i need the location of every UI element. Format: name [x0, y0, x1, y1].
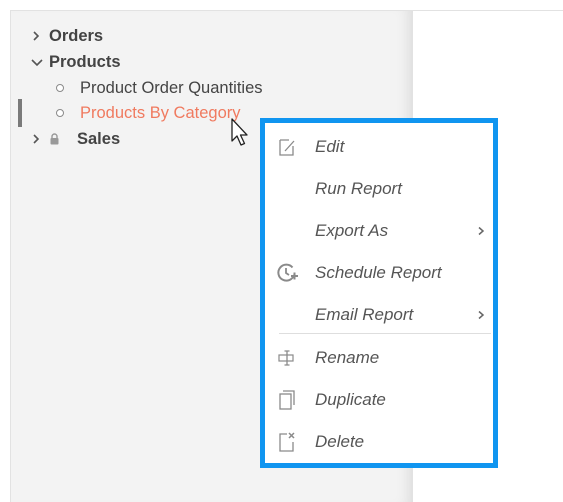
selection-indicator — [18, 99, 22, 127]
chevron-right-icon — [477, 226, 485, 236]
schedule-icon — [275, 261, 299, 285]
tree-folder-label: Sales — [77, 129, 121, 148]
menu-item-run-report[interactable]: Run Report — [265, 169, 493, 209]
tree-report-products-by-category[interactable]: Products By Category — [56, 101, 241, 125]
menu-item-label: Run Report — [315, 179, 402, 198]
menu-item-rename[interactable]: Rename — [265, 338, 493, 378]
menu-item-label: Export As — [315, 221, 389, 240]
tree-folder-orders[interactable]: Orders — [31, 24, 103, 48]
menu-item-label: Edit — [315, 137, 345, 156]
tree-folder-products[interactable]: Products — [31, 50, 121, 74]
menu-item-label: Rename — [315, 348, 380, 367]
menu-item-delete[interactable]: Delete — [265, 422, 493, 462]
mouse-cursor-icon — [231, 118, 251, 153]
tree-report-label: Products By Category — [80, 103, 241, 122]
context-menu: Edit Run Report Export As Schedule Repor… — [260, 118, 498, 468]
tree-folder-label: Products — [49, 52, 121, 71]
chevron-down-icon[interactable] — [31, 57, 49, 67]
menu-item-edit[interactable]: Edit — [265, 127, 493, 167]
menu-item-email-report[interactable]: Email Report — [265, 295, 493, 335]
chevron-right-icon — [477, 310, 485, 320]
menu-item-schedule-report[interactable]: Schedule Report — [265, 253, 493, 293]
tree-report-product-order-quantities[interactable]: Product Order Quantities — [56, 76, 263, 100]
tree-report-label: Product Order Quantities — [80, 78, 263, 97]
duplicate-icon — [275, 388, 299, 412]
menu-item-export-as[interactable]: Export As — [265, 211, 493, 251]
report-bullet-icon — [56, 84, 64, 92]
tree-folder-sales[interactable]: Sales — [31, 127, 120, 151]
tree-folder-label: Orders — [49, 26, 104, 45]
chevron-right-icon[interactable] — [31, 134, 49, 144]
delete-icon — [275, 430, 299, 454]
menu-item-duplicate[interactable]: Duplicate — [265, 380, 493, 420]
menu-item-label: Duplicate — [315, 390, 386, 409]
menu-divider — [279, 333, 491, 334]
menu-item-label: Delete — [315, 432, 365, 451]
chevron-right-icon[interactable] — [31, 31, 49, 41]
rename-icon — [275, 346, 299, 370]
menu-item-label: Email Report — [315, 305, 414, 324]
report-bullet-icon — [56, 109, 64, 117]
menu-item-label: Schedule Report — [315, 263, 442, 282]
lock-icon — [49, 133, 61, 145]
edit-icon — [275, 135, 299, 159]
